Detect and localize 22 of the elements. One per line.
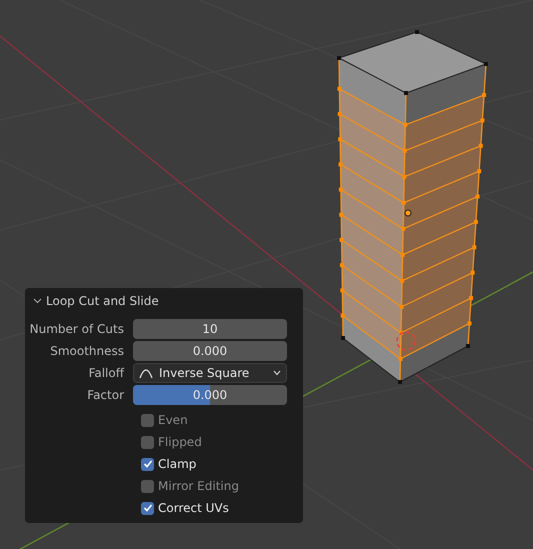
checkbox-label: Clamp	[158, 456, 196, 473]
field-label: Smoothness	[49, 343, 125, 360]
checkbox-label: Even	[158, 412, 188, 429]
factor-slider[interactable]: 0.000	[133, 385, 287, 405]
checkbox[interactable]	[141, 502, 154, 514]
field-label: Number of Cuts	[28, 321, 125, 338]
checkbox-label: Mirror Editing	[158, 478, 239, 495]
checkbox-label: Flipped	[158, 434, 202, 451]
chevron-icon[interactable]	[33, 296, 42, 305]
panel-title[interactable]: Loop Cut and Slide	[46, 292, 159, 310]
checkbox[interactable]	[141, 414, 154, 426]
chevron-down-icon	[273, 370, 281, 376]
checkbox[interactable]	[141, 436, 154, 448]
checkbox[interactable]	[141, 480, 154, 492]
checkbox-label: Correct UVs	[158, 500, 229, 517]
number-field[interactable]: 10	[133, 319, 287, 339]
field-label: Factor	[86, 387, 125, 404]
checkbox[interactable]	[141, 458, 154, 470]
number-field[interactable]: 0.000	[133, 341, 287, 361]
curve-icon	[139, 368, 153, 378]
falloff-dropdown[interactable]: Inverse Square	[133, 363, 287, 383]
field-label: Falloff	[88, 365, 126, 382]
